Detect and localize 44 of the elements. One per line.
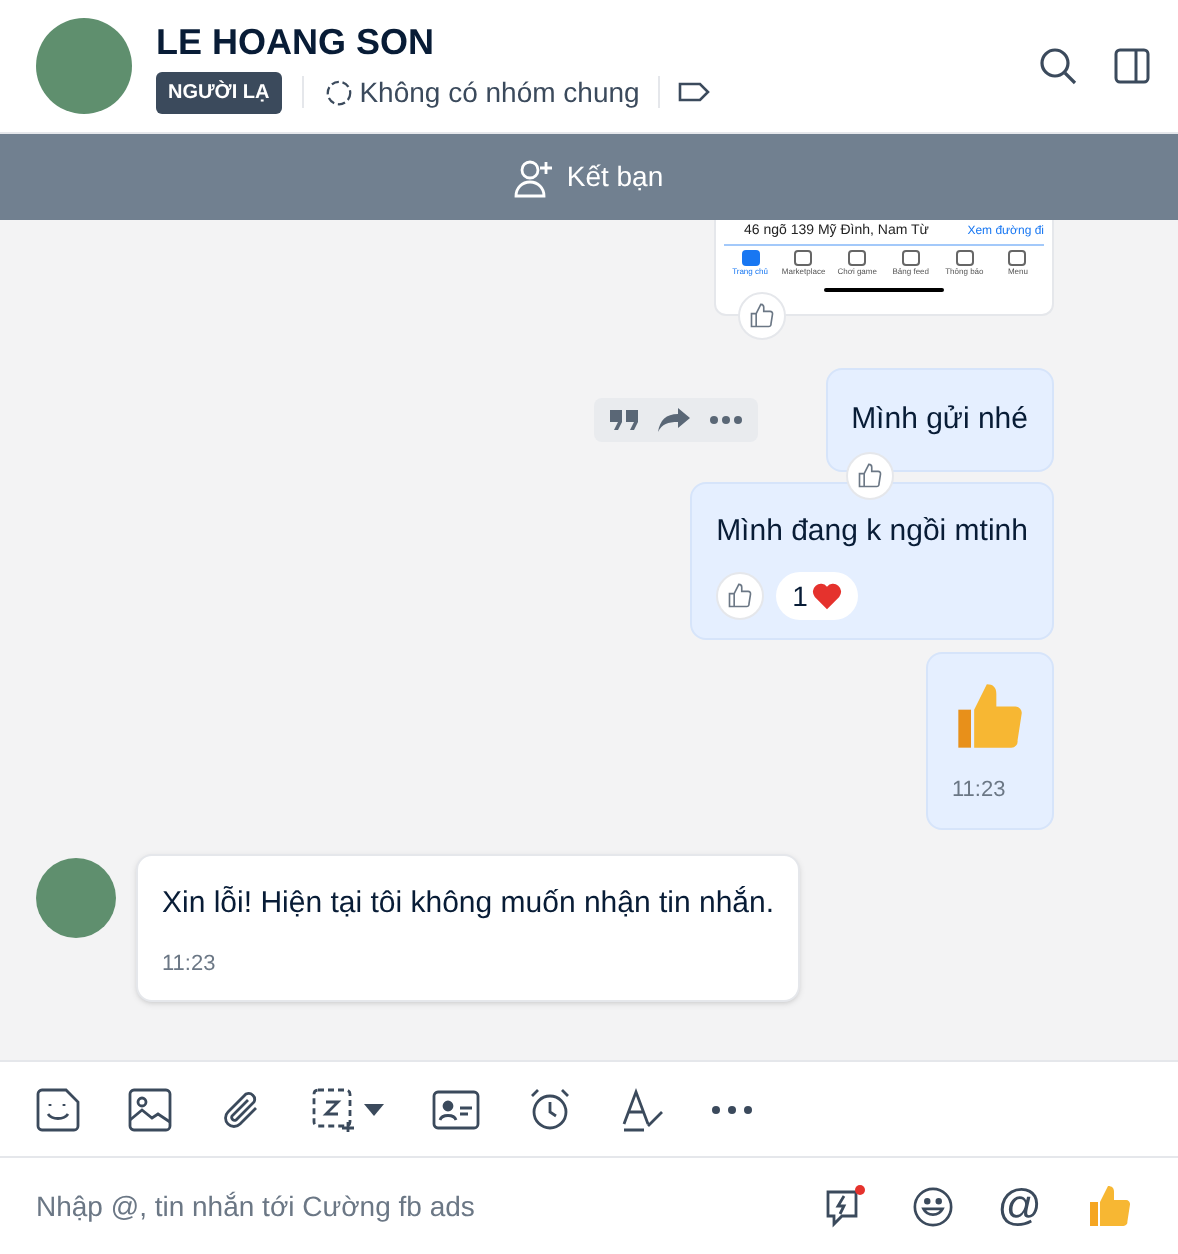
- message-bubble[interactable]: Mình gửi nhé: [825, 368, 1054, 472]
- more-icon[interactable]: [709, 416, 742, 424]
- image-icon[interactable]: [128, 1087, 172, 1131]
- sticker-message[interactable]: 11:23: [926, 652, 1054, 829]
- heart-reaction-count[interactable]: 1: [776, 572, 858, 620]
- text-format-icon[interactable]: [620, 1087, 664, 1131]
- message-time: 11:23: [952, 776, 1008, 806]
- add-friend-button[interactable]: Kết bạn: [0, 134, 1178, 220]
- stranger-label: NGƯỜI LẠ: [156, 71, 282, 113]
- group-icon: [323, 77, 354, 107]
- common-groups-text[interactable]: Không có nhóm chung: [359, 71, 640, 113]
- message-input[interactable]: Nhập @, tin nhắn tới Cường fb ads: [36, 1185, 824, 1227]
- thumbs-up-icon: [726, 582, 755, 610]
- more-icon[interactable]: [712, 1105, 752, 1113]
- smiley-icon[interactable]: [911, 1185, 954, 1227]
- avatar[interactable]: [36, 18, 132, 114]
- tag-icon[interactable]: [677, 80, 710, 104]
- share-arrow-icon[interactable]: [657, 408, 690, 432]
- like-reaction-button[interactable]: [738, 292, 786, 340]
- message-bubble[interactable]: Mình đang k ngồi mtinh 1: [690, 482, 1054, 640]
- message-text: Xin lỗi! Hiện tại tôi không muốn nhận tin nhắn.: [162, 885, 775, 919]
- contact-card-icon[interactable]: [432, 1089, 480, 1129]
- thumbs-up-icon: [855, 462, 884, 490]
- avatar[interactable]: [36, 857, 116, 937]
- message-text: Mình đang k ngồi mtinh: [716, 514, 1028, 548]
- sidebar-toggle-icon[interactable]: [1114, 48, 1150, 84]
- sticker-icon[interactable]: [36, 1087, 80, 1131]
- alarm-clock-icon[interactable]: [528, 1087, 572, 1131]
- thumbs-up-sticker: [952, 678, 1028, 754]
- caret-icon[interactable]: [364, 1103, 384, 1115]
- thumbs-up-icon: [748, 302, 776, 330]
- like-reaction-button[interactable]: [716, 572, 765, 620]
- quote-icon[interactable]: [609, 410, 638, 430]
- add-person-icon: [514, 157, 555, 197]
- mention-button[interactable]: @: [997, 1184, 1042, 1228]
- thumbs-up-icon[interactable]: [1086, 1182, 1134, 1230]
- search-icon[interactable]: [1038, 46, 1078, 86]
- contact-name: LE HOANG SON: [156, 19, 437, 63]
- quick-message-icon[interactable]: [823, 1184, 868, 1228]
- message-text: Mình gửi nhé: [851, 402, 1028, 436]
- heart-icon: [811, 582, 842, 610]
- screenshot-icon[interactable]: [312, 1087, 356, 1131]
- message-bubble[interactable]: Xin lỗi! Hiện tại tôi không muốn nhận tin nhắn. 11:23: [136, 853, 801, 1002]
- message-time: 11:23: [162, 949, 218, 979]
